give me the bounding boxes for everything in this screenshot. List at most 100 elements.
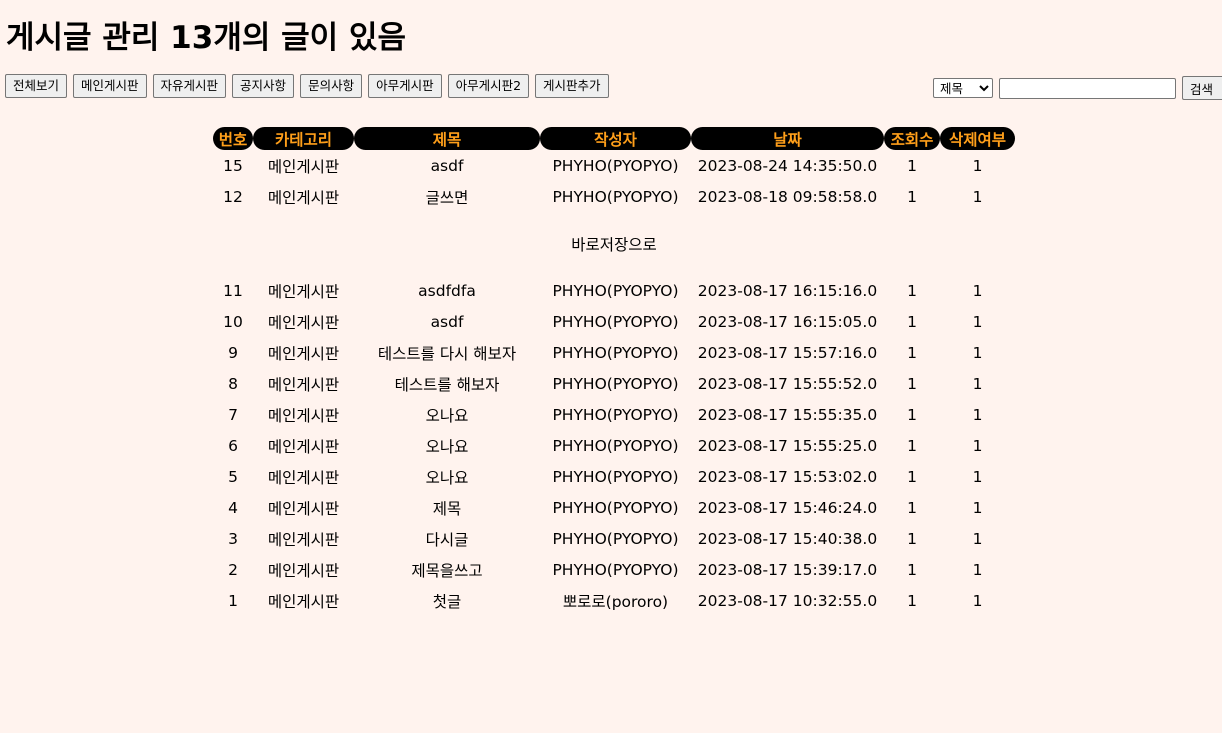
cell-author: PHYHO(PYOPYO) — [552, 343, 679, 362]
cell-views: 1 — [907, 529, 917, 548]
cell-category: 메인게시판 — [267, 499, 340, 518]
cell-category: 메인게시판 — [267, 313, 340, 332]
cell-category: 메인게시판 — [267, 188, 340, 207]
table-body-top: 15 메인게시판 asdf PHYHO(PYOPYO) 2023-08-24 14:35… — [213, 150, 1015, 212]
cell-category: 메인게시판 — [267, 406, 340, 425]
table-row[interactable]: 10 메인게시판 asdf PHYHO(PYOPYO) 2023-08-17 16:15… — [213, 306, 1015, 337]
cell-date: 2023-08-17 15:55:52.0 — [697, 374, 878, 393]
cell-views: 1 — [907, 312, 917, 331]
table-note-section: 바로저장으로 — [213, 212, 1015, 275]
header-views: 조회수 — [884, 127, 940, 150]
cell-number: 5 — [228, 467, 238, 486]
cell-deleted: 1 — [972, 187, 983, 206]
cell-number: 10 — [223, 312, 243, 331]
board-toolbar: 전체보기 메인게시판 자유게시판 공지사항 문의사항 아무게시판 아무게시판2 … — [5, 74, 609, 98]
cell-deleted: 1 — [972, 467, 983, 486]
header-category: 카테고리 — [253, 127, 354, 150]
cell-deleted: 1 — [972, 405, 983, 424]
cell-category: 메인게시판 — [267, 344, 340, 363]
cell-title[interactable]: 오나요 — [354, 399, 540, 430]
table-row[interactable]: 5 메인게시판 오나요 PHYHO(PYOPYO) 2023-08-17 15:53:0… — [213, 461, 1015, 492]
cell-date: 2023-08-17 15:57:16.0 — [697, 343, 878, 362]
post-table: 번호 카테고리 제목 작성자 날짜 조회수 삭제여부 15 메인게시판 asdf PH… — [213, 127, 1015, 616]
cell-category: 메인게시판 — [267, 592, 340, 611]
table-row[interactable]: 1 메인게시판 첫글 뽀로로(pororo) 2023-08-17 10:32:55.0… — [213, 585, 1015, 616]
cell-author: 뽀로로(pororo) — [562, 592, 669, 611]
cell-title[interactable]: asdfdfa — [354, 275, 540, 306]
cell-title[interactable]: 오나요 — [354, 430, 540, 461]
cell-category: 메인게시판 — [267, 468, 340, 487]
table-row[interactable]: 15 메인게시판 asdf PHYHO(PYOPYO) 2023-08-24 14:35… — [213, 150, 1015, 181]
cell-author: PHYHO(PYOPYO) — [552, 467, 679, 486]
cell-number: 12 — [223, 187, 243, 206]
table-row[interactable]: 9 메인게시판 테스트를 다시 해보자 PHYHO(PYOPYO) 2023-08-17… — [213, 337, 1015, 368]
notice-board-button[interactable]: 공지사항 — [232, 74, 295, 98]
cell-views: 1 — [907, 343, 917, 362]
cell-author: PHYHO(PYOPYO) — [552, 312, 679, 331]
table-row[interactable]: 3 메인게시판 다시글 PHYHO(PYOPYO) 2023-08-17 15:40:3… — [213, 523, 1015, 554]
cell-title[interactable]: asdf — [354, 306, 540, 337]
table-row[interactable]: 6 메인게시판 오나요 PHYHO(PYOPYO) 2023-08-17 15:55:2… — [213, 430, 1015, 461]
cell-date: 2023-08-17 15:46:24.0 — [697, 498, 878, 517]
cell-views: 1 — [907, 498, 917, 517]
cell-author: PHYHO(PYOPYO) — [552, 529, 679, 548]
cell-title[interactable]: asdf — [354, 150, 540, 181]
cell-deleted: 1 — [972, 374, 983, 393]
search-field-select[interactable]: 제목 — [933, 78, 993, 98]
cell-date: 2023-08-17 15:39:17.0 — [697, 560, 878, 579]
cell-author: PHYHO(PYOPYO) — [552, 374, 679, 393]
cell-views: 1 — [907, 436, 917, 455]
cell-date: 2023-08-17 15:55:35.0 — [697, 405, 878, 424]
table-row[interactable]: 7 메인게시판 오나요 PHYHO(PYOPYO) 2023-08-17 15:55:3… — [213, 399, 1015, 430]
free-board-button[interactable]: 자유게시판 — [152, 74, 227, 98]
cell-date: 2023-08-17 16:15:16.0 — [697, 281, 878, 300]
table-row[interactable]: 2 메인게시판 제목을쓰고 PHYHO(PYOPYO) 2023-08-17 15:39… — [213, 554, 1015, 585]
cell-views: 1 — [907, 374, 917, 393]
cell-date: 2023-08-17 10:32:55.0 — [697, 591, 878, 610]
cell-date: 2023-08-17 15:53:02.0 — [697, 467, 878, 486]
cell-category: 메인게시판 — [267, 282, 340, 301]
cell-number: 4 — [228, 498, 238, 517]
cell-number: 6 — [228, 436, 238, 455]
cell-number: 8 — [228, 374, 238, 393]
cell-title[interactable]: 테스트를 다시 해보자 — [354, 337, 540, 368]
cell-views: 1 — [907, 156, 917, 175]
cell-number: 15 — [223, 156, 243, 175]
add-board-button[interactable]: 게시판추가 — [535, 74, 609, 98]
cell-author: PHYHO(PYOPYO) — [552, 405, 679, 424]
cell-category: 메인게시판 — [267, 375, 340, 394]
any-board-button[interactable]: 아무게시판 — [368, 74, 442, 98]
cell-date: 2023-08-17 15:40:38.0 — [697, 529, 878, 548]
cell-views: 1 — [907, 591, 917, 610]
inquiry-board-button[interactable]: 문의사항 — [300, 74, 363, 98]
cell-title[interactable]: 테스트를 해보자 — [354, 368, 540, 399]
cell-title[interactable]: 첫글 — [354, 585, 540, 616]
cell-title[interactable]: 제목 — [354, 492, 540, 523]
table-row[interactable]: 11 메인게시판 asdfdfa PHYHO(PYOPYO) 2023-08-17 16… — [213, 275, 1015, 306]
table-row[interactable]: 8 메인게시판 테스트를 해보자 PHYHO(PYOPYO) 2023-08-17 15… — [213, 368, 1015, 399]
cell-title[interactable]: 다시글 — [354, 523, 540, 554]
cell-number: 9 — [228, 343, 238, 362]
table-row[interactable]: 4 메인게시판 제목 PHYHO(PYOPYO) 2023-08-17 15:46:24… — [213, 492, 1015, 523]
search-button[interactable]: 검색 — [1182, 76, 1222, 100]
cell-deleted: 1 — [972, 156, 983, 175]
cell-author: PHYHO(PYOPYO) — [552, 156, 679, 175]
cell-title[interactable]: 글쓰면 — [354, 181, 540, 212]
cell-author: PHYHO(PYOPYO) — [552, 560, 679, 579]
cell-title[interactable]: 제목을쓰고 — [354, 554, 540, 585]
cell-author: PHYHO(PYOPYO) — [552, 281, 679, 300]
cell-number: 7 — [228, 405, 238, 424]
cell-views: 1 — [907, 405, 917, 424]
cell-author: PHYHO(PYOPYO) — [552, 187, 679, 206]
cell-deleted: 1 — [972, 591, 983, 610]
save-note-text: 바로저장으로 — [571, 235, 657, 254]
any-board-2-button[interactable]: 아무게시판2 — [447, 74, 530, 98]
cell-title[interactable]: 오나요 — [354, 461, 540, 492]
cell-date: 2023-08-24 14:35:50.0 — [697, 156, 878, 175]
main-board-button[interactable]: 메인게시판 — [73, 74, 147, 98]
search-input[interactable] — [999, 77, 1176, 99]
view-all-button[interactable]: 전체보기 — [5, 74, 68, 98]
search-area: 제목 검색 — [933, 76, 1222, 100]
table-row[interactable]: 12 메인게시판 글쓰면 PHYHO(PYOPYO) 2023-08-18 09:58:… — [213, 181, 1015, 212]
cell-number: 1 — [228, 591, 238, 610]
